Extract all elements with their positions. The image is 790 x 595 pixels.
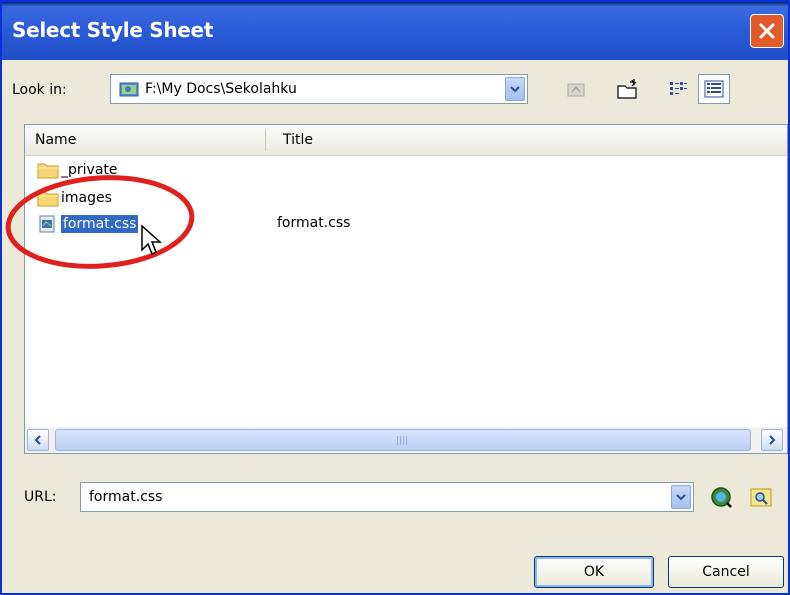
url-label: URL: [24, 489, 57, 505]
column-header-name[interactable]: Name [35, 132, 76, 148]
list-item-title: format.css [277, 215, 351, 231]
look-in-label: Look in: [12, 82, 67, 98]
browse-folder-button[interactable] [746, 482, 776, 512]
select-style-sheet-dialog: Select Style Sheet Look in: F:\My Docs\S… [0, 0, 790, 595]
list-view-button[interactable] [662, 74, 694, 104]
chevron-down-icon[interactable] [505, 77, 525, 101]
column-divider[interactable] [265, 129, 266, 151]
scroll-right-button[interactable] [761, 429, 783, 451]
chevron-down-icon[interactable] [671, 485, 691, 509]
list-header: Name Title [25, 125, 787, 156]
column-header-title[interactable]: Title [283, 132, 313, 148]
look-in-path: F:\My Docs\Sekolahku [145, 81, 297, 97]
list-view-icon [670, 82, 687, 95]
drive-folder-icon [119, 82, 139, 97]
close-icon [759, 23, 775, 39]
url-input[interactable]: format.css [80, 482, 694, 512]
new-folder-icon [617, 79, 637, 99]
close-button[interactable] [750, 14, 784, 48]
scroll-left-button[interactable] [27, 429, 49, 451]
browse-folder-icon [750, 488, 772, 507]
dialog-title: Select Style Sheet [12, 18, 214, 42]
arrow-right-icon [769, 435, 776, 445]
url-value: format.css [89, 489, 163, 505]
arrow-left-icon [34, 435, 41, 445]
details-view-button[interactable] [698, 74, 730, 104]
up-folder-icon [567, 83, 585, 97]
look-in-dropdown[interactable]: F:\My Docs\Sekolahku [110, 74, 528, 104]
new-folder-button[interactable] [612, 74, 644, 104]
globe-search-icon [711, 487, 732, 508]
details-view-icon [704, 80, 724, 98]
scrollbar-thumb[interactable]: |||| [55, 429, 751, 451]
ok-button[interactable]: OK [534, 556, 654, 588]
up-folder-button[interactable] [560, 74, 592, 104]
mouse-pointer-icon [141, 224, 162, 256]
browse-sites-button[interactable] [706, 482, 736, 512]
scroll-grip-icon: |||| [396, 436, 409, 446]
horizontal-scrollbar[interactable]: |||| [25, 427, 787, 453]
title-bar[interactable]: Select Style Sheet [2, 2, 788, 60]
annotation-circle [5, 175, 195, 269]
cancel-button[interactable]: Cancel [668, 556, 784, 588]
